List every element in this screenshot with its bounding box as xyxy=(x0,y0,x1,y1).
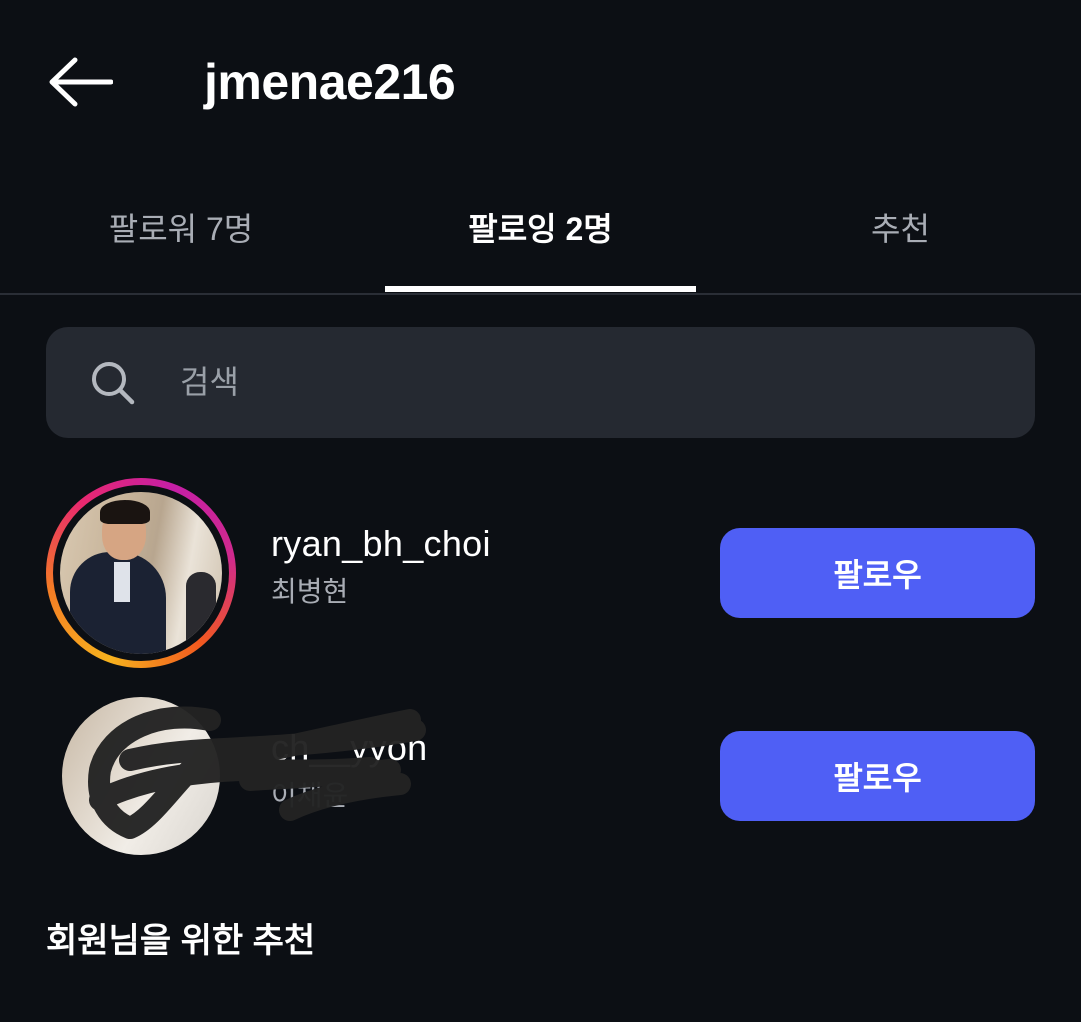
following-screen: jmenae216 팔로워 7명 팔로잉 2명 추천 ryan_bh_choi … xyxy=(0,0,1081,1022)
tab-following[interactable]: 팔로잉 2명 xyxy=(385,180,696,293)
tab-suggested[interactable]: 추천 xyxy=(720,180,1081,293)
page-title: jmenae216 xyxy=(204,54,456,110)
avatar-photo-detail xyxy=(186,572,216,652)
follow-button[interactable]: 팔로우 xyxy=(720,731,1035,821)
suggestions-heading: 회원님을 위한 추천 xyxy=(46,922,316,960)
avatar[interactable] xyxy=(60,492,222,654)
list-item[interactable]: ryan_bh_choi 최병현 팔로우 xyxy=(0,470,1081,670)
tab-followers[interactable]: 팔로워 7명 xyxy=(0,180,362,293)
full-name: 최병현 xyxy=(271,576,349,607)
avatar-photo-detail xyxy=(100,500,150,524)
search-icon xyxy=(92,362,135,405)
tab-bar: 팔로워 7명 팔로잉 2명 추천 xyxy=(0,180,1081,295)
follow-button[interactable]: 팔로우 xyxy=(720,528,1035,618)
redaction-scribble xyxy=(88,706,426,839)
search-input[interactable] xyxy=(180,352,1000,412)
username[interactable]: ryan_bh_choi xyxy=(271,522,491,566)
header: jmenae216 xyxy=(0,0,1081,165)
active-tab-indicator xyxy=(385,286,696,292)
arrow-left-icon xyxy=(49,57,113,107)
avatar-photo-detail xyxy=(114,562,130,602)
back-button[interactable] xyxy=(40,50,120,114)
